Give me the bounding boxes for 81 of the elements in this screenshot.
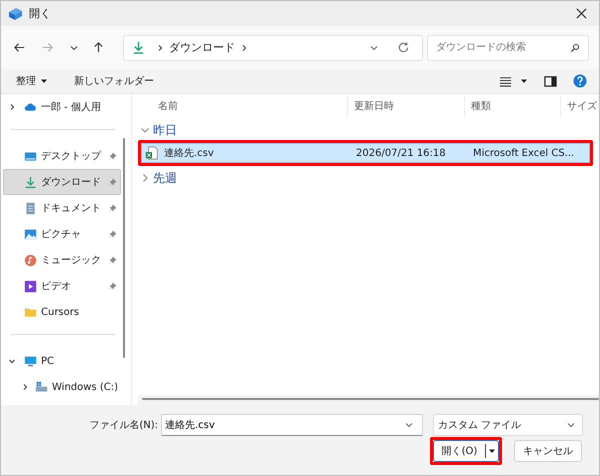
- sidebar-label: ダウンロード: [41, 176, 101, 189]
- download-icon: [132, 41, 145, 54]
- pin-icon[interactable]: [109, 204, 117, 212]
- sidebar-label: ピクチャ: [41, 228, 81, 241]
- spreadsheet-file-icon: [145, 146, 159, 160]
- chevron-right-icon[interactable]: [8, 103, 16, 111]
- pin-icon[interactable]: [109, 282, 117, 290]
- sidebar-label: PC: [41, 356, 54, 366]
- table-cell-text: 2026/07/21 16:18: [355, 148, 447, 158]
- new-folder-button[interactable]: 新しいフォルダー: [69, 72, 159, 90]
- up-arrow-icon[interactable]: [92, 41, 105, 54]
- column-header[interactable]: サイズ: [561, 96, 595, 118]
- picture-icon: [24, 228, 37, 240]
- sidebar-item[interactable]: Cursors: [3, 299, 121, 325]
- sidebar-item[interactable]: Windows (C:): [3, 374, 121, 400]
- sidebar-label: Windows (C:): [52, 382, 118, 392]
- sidebar-item[interactable]: ダウンロード: [3, 169, 121, 195]
- file-name-label: ファイル名(N):: [88, 419, 159, 432]
- file-name: 連絡先.csv: [164, 146, 214, 160]
- film-icon: [24, 280, 37, 292]
- sidebar-item[interactable]: デスクトップ: [3, 143, 121, 169]
- group-header[interactable]: 先週: [138, 168, 599, 188]
- sidebar-label: ミュージック: [41, 254, 101, 267]
- sidebar-item[interactable]: ドキュメント: [3, 195, 121, 221]
- chevron-right-icon[interactable]: [240, 44, 248, 52]
- music-note-icon: [24, 254, 37, 266]
- sidebar-item[interactable]: 一郎 - 個人用: [3, 94, 121, 120]
- app-icon: [7, 6, 23, 22]
- sidebar-label: ビデオ: [41, 280, 71, 293]
- download-icon: [24, 176, 37, 188]
- scrollbar-thumb[interactable]: [142, 398, 599, 400]
- chevron-down-icon: [140, 125, 150, 135]
- sidebar-item[interactable]: ミュージック: [3, 247, 121, 273]
- chevron-down-icon[interactable]: [404, 420, 414, 430]
- group-header[interactable]: 昨日: [138, 120, 599, 140]
- column-header[interactable]: 名前: [138, 96, 348, 118]
- file-type-dropdown[interactable]: カスタム ファイル: [433, 414, 583, 436]
- close-icon[interactable]: [576, 8, 587, 19]
- pin-icon[interactable]: [109, 152, 117, 160]
- column-header[interactable]: 更新日時: [348, 96, 465, 118]
- search-field[interactable]: ダウンロードの検索: [427, 34, 589, 60]
- cloud-icon: [24, 100, 37, 114]
- sidebar-label: ドキュメント: [41, 202, 101, 215]
- caret-icon: [488, 447, 496, 455]
- sidebar-item[interactable]: ビデオ: [3, 273, 121, 299]
- sidebar-label: Cursors: [41, 306, 80, 318]
- address-bar[interactable]: ダウンロード: [123, 34, 423, 60]
- column-header[interactable]: 種類: [465, 96, 561, 118]
- chevron-right-icon: [156, 44, 164, 52]
- sidebar-item[interactable]: ピクチャ: [3, 221, 121, 247]
- pin-icon[interactable]: [109, 178, 117, 186]
- drive-icon: [35, 380, 48, 394]
- breadcrumb[interactable]: ダウンロード: [169, 40, 235, 55]
- folder-icon: [24, 306, 37, 318]
- scrollbar-thumb[interactable]: [123, 138, 125, 358]
- pin-icon[interactable]: [109, 230, 117, 238]
- desktop-icon: [24, 150, 37, 162]
- table-cell-text: Microsoft Excel CS...: [472, 148, 576, 158]
- chevron-down-icon[interactable]: [8, 357, 16, 365]
- back-arrow-icon[interactable]: [13, 41, 26, 54]
- window-title: 開く: [29, 6, 51, 21]
- refresh-icon[interactable]: [397, 41, 410, 54]
- sidebar-label: デスクトップ: [41, 150, 101, 163]
- file-name-field[interactable]: 連絡先.csv: [161, 414, 423, 436]
- preview-pane-icon[interactable]: [544, 74, 557, 88]
- chevron-right-icon[interactable]: [21, 383, 29, 391]
- caret-icon[interactable]: [520, 77, 528, 85]
- pin-icon[interactable]: [109, 256, 117, 264]
- search-icon[interactable]: [570, 42, 580, 52]
- organize-button[interactable]: 整理: [11, 72, 53, 90]
- sidebar-label: 一郎 - 個人用: [41, 100, 101, 114]
- chevron-down-icon: [566, 420, 576, 430]
- view-list-icon[interactable]: [499, 74, 512, 88]
- sidebar-item[interactable]: PC: [3, 348, 121, 374]
- caret-icon: [40, 77, 48, 85]
- chevron-right-icon: [140, 173, 150, 183]
- file-row[interactable]: 連絡先.csv 2026/07/21 16:18 Microsoft Excel CS...: [141, 143, 590, 163]
- cancel-button[interactable]: キャンセル: [514, 440, 582, 462]
- help-icon[interactable]: [573, 74, 587, 88]
- document-icon: [24, 202, 37, 214]
- monitor-icon: [24, 354, 37, 368]
